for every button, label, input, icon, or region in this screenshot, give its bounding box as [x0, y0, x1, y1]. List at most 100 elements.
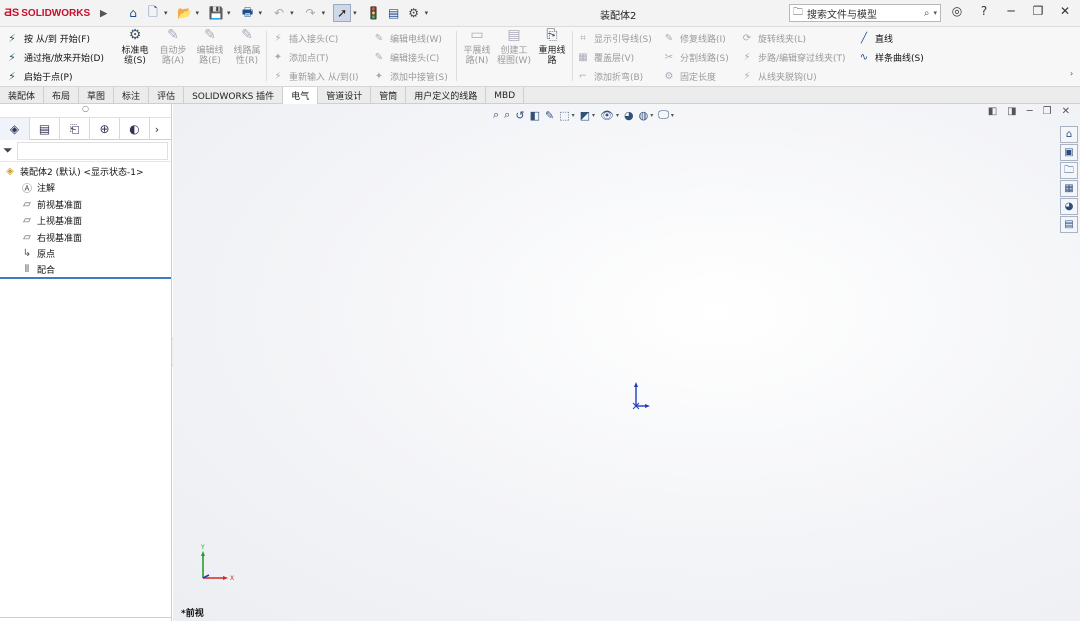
dynamic-annotation-icon[interactable]: ✎: [545, 109, 554, 122]
file-properties-icon[interactable]: ▤: [385, 4, 403, 22]
spline-button[interactable]: ∿ 样条曲线(S): [857, 48, 924, 67]
search-icon[interactable]: ⌕: [924, 8, 930, 19]
create-drawing-button[interactable]: ▤ 创建工程图(W): [497, 28, 531, 66]
auto-route-button[interactable]: ✎ 自动步路(A): [156, 28, 190, 66]
view-orientation-icon[interactable]: ⬚: [559, 109, 569, 122]
undo-icon[interactable]: ↶: [270, 4, 288, 22]
search-input[interactable]: 搜索文件与模型: [807, 6, 877, 21]
tree-root-assembly[interactable]: ◈ 装配体2 (默认) <显示状态-1>: [0, 163, 171, 180]
tab-evaluate[interactable]: 评估: [149, 87, 185, 104]
apply-scene-icon[interactable]: ◍: [639, 109, 649, 122]
print-dropdown-icon[interactable]: ▾: [259, 9, 263, 17]
help-icon[interactable]: ?: [975, 4, 993, 18]
tab-assembly[interactable]: 装配体: [0, 87, 45, 104]
open-folder-icon[interactable]: 📂: [176, 4, 194, 22]
rebuild-traffic-light-icon[interactable]: 🚦: [365, 4, 383, 22]
tile-left-icon[interactable]: ◧: [988, 106, 997, 117]
menu-expand-icon[interactable]: ▶: [100, 8, 107, 19]
fixed-length-button[interactable]: ⚙ 固定长度: [662, 67, 729, 86]
custom-properties-icon[interactable]: ▤: [1060, 216, 1078, 233]
undo-dropdown-icon[interactable]: ▾: [290, 9, 294, 17]
zoom-to-fit-icon[interactable]: ⌕: [493, 108, 499, 122]
zoom-to-area-icon[interactable]: ⌕: [504, 108, 510, 122]
configuration-manager-tab-icon[interactable]: ⎗: [60, 118, 90, 140]
route-properties-button[interactable]: ✎ 线路属性(R): [230, 28, 264, 66]
viewport-close-button[interactable]: ✕: [1062, 106, 1070, 117]
minimize-button[interactable]: ─: [1002, 4, 1020, 18]
tab-addins[interactable]: SOLIDWORKS 插件: [184, 87, 284, 104]
reuse-route-button[interactable]: ⎘ 重用线路: [535, 28, 569, 66]
view-settings-icon[interactable]: 🖵: [658, 108, 669, 122]
hide-show-dropdown-icon[interactable]: ▾: [616, 112, 619, 119]
drag-drop-route-button[interactable]: ⚡ 通过拖/放来开始(D): [4, 48, 104, 67]
dimxpert-manager-tab-icon[interactable]: ⊕: [90, 118, 120, 140]
search-dropdown-icon[interactable]: ▾: [933, 9, 937, 17]
repair-route-button[interactable]: ✎ 修复线路(I): [662, 29, 729, 48]
appearances-scenes-icon[interactable]: ◕: [1060, 198, 1078, 215]
flatten-route-button[interactable]: ▭ 平展线路(N): [460, 28, 494, 66]
tab-piping[interactable]: 管道设计: [318, 87, 372, 104]
view-orientation-dropdown-icon[interactable]: ▾: [572, 112, 575, 119]
more-tabs-icon[interactable]: ›: [150, 118, 164, 140]
tree-item-origin[interactable]: ↳ 原点: [0, 246, 171, 263]
tab-sketch[interactable]: 草图: [79, 87, 115, 104]
standard-cable-button[interactable]: ⚙ 标准电缆(S): [118, 28, 152, 66]
file-explorer-icon[interactable]: 🗀: [1060, 162, 1078, 179]
filter-icon[interactable]: ⏷: [3, 143, 13, 158]
edit-wire-button[interactable]: ✎ 编辑电线(W): [372, 29, 448, 48]
user-account-icon[interactable]: ◎: [948, 4, 966, 18]
tile-right-icon[interactable]: ◨: [1007, 106, 1016, 117]
tab-markup[interactable]: 标注: [114, 87, 150, 104]
select-pointer-icon[interactable]: ➚: [333, 4, 352, 22]
hide-show-items-icon[interactable]: 👁: [600, 109, 614, 122]
property-manager-tab-icon[interactable]: ▤: [30, 118, 60, 140]
viewport-restore-button[interactable]: ❐: [1043, 106, 1052, 117]
viewport-minimize-button[interactable]: ─: [1027, 106, 1033, 117]
route-through-clip-button[interactable]: ⚡ 步路/编辑穿过线夹(T): [740, 48, 845, 67]
unhook-clip-button[interactable]: ⚡ 从线夹脱钩(U): [740, 67, 846, 86]
edit-route-button[interactable]: ✎ 编辑线路(E): [193, 28, 227, 66]
print-icon[interactable]: 🖶: [239, 4, 257, 22]
tab-mbd[interactable]: MBD: [486, 87, 525, 104]
tab-electrical[interactable]: 电气: [283, 87, 319, 104]
insert-connector-button[interactable]: ⚡ 插入接头(C): [271, 29, 359, 48]
redo-dropdown-icon[interactable]: ▾: [322, 9, 326, 17]
view-palette-icon[interactable]: ▦: [1060, 180, 1078, 197]
add-bend-button[interactable]: ⌐ 添加折弯(B): [576, 67, 652, 86]
select-dropdown-icon[interactable]: ▾: [353, 9, 357, 17]
graphics-area[interactable]: ⌕ ⌕ ↺ ◧ ✎ ⬚ ▾ ◩ ▾ 👁 ▾ ◕ ◍ ▾ 🖵 ▾ ◧ ◨ ─ ❐ …: [173, 104, 1080, 621]
tree-item-front-plane[interactable]: ▱ 前视基准面: [0, 196, 171, 213]
search-box[interactable]: 🗀 搜索文件与模型 ⌕ ▾: [789, 4, 941, 22]
route-from-to-button[interactable]: ⚡ 按 从/到 开始(F): [4, 29, 104, 48]
tree-item-annotations[interactable]: Ⓐ 注解: [0, 180, 171, 197]
panel-grip[interactable]: ○: [0, 104, 171, 118]
home-icon[interactable]: ⌂: [124, 4, 142, 22]
options-gear-icon[interactable]: ⚙: [405, 4, 423, 22]
ribbon-scroll-right-icon[interactable]: ›: [1070, 69, 1080, 83]
add-splice-button[interactable]: ✦ 添加中接管(S): [372, 67, 448, 86]
covering-button[interactable]: ▦ 覆盖层(V): [576, 48, 652, 67]
new-document-icon[interactable]: 🗋: [144, 4, 162, 22]
open-dropdown-icon[interactable]: ▾: [196, 9, 200, 17]
add-point-button[interactable]: ✦ 添加点(T): [271, 48, 359, 67]
display-style-icon[interactable]: ◩: [580, 109, 590, 122]
tree-item-top-plane[interactable]: ▱ 上视基准面: [0, 213, 171, 230]
tree-item-mates[interactable]: ⦀ 配合: [0, 262, 171, 279]
section-view-icon[interactable]: ◧: [530, 109, 540, 122]
options-dropdown-icon[interactable]: ▾: [425, 9, 429, 17]
tree-item-right-plane[interactable]: ▱ 右视基准面: [0, 229, 171, 246]
view-settings-dropdown-icon[interactable]: ▾: [671, 112, 674, 119]
tab-layout[interactable]: 布局: [44, 87, 80, 104]
tab-user-defined-route[interactable]: 用户定义的线路: [406, 87, 487, 104]
edit-connector-button[interactable]: ✎ 编辑接头(C): [372, 48, 448, 67]
filter-input[interactable]: [16, 141, 168, 160]
save-icon[interactable]: 💾: [207, 4, 225, 22]
close-button[interactable]: ✕: [1056, 4, 1074, 18]
solidworks-resources-icon[interactable]: ⌂: [1060, 126, 1078, 143]
design-library-icon[interactable]: ▣: [1060, 144, 1078, 161]
solidworks-logo[interactable]: ƋS SOLIDWORKS ▶: [0, 7, 108, 19]
rotate-clip-button[interactable]: ⟳ 旋转线夹(L): [740, 29, 846, 48]
split-route-button[interactable]: ✂ 分割线路(S): [662, 48, 729, 67]
previous-view-icon[interactable]: ↺: [515, 109, 524, 122]
new-dropdown-icon[interactable]: ▾: [164, 9, 168, 17]
